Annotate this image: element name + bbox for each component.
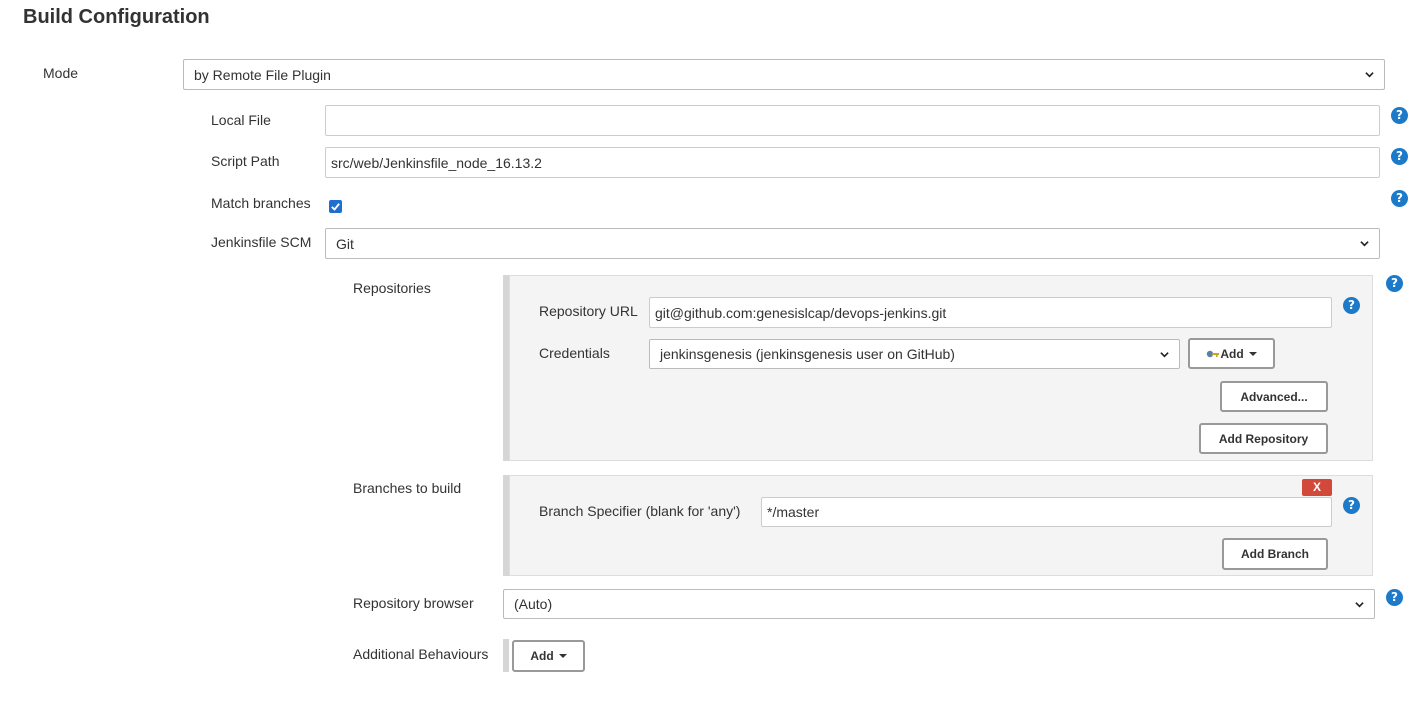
repository-browser-select[interactable]: (Auto) <box>503 589 1375 619</box>
repository-browser-value: (Auto) <box>514 596 553 612</box>
local-file-input[interactable] <box>325 105 1380 136</box>
credentials-label: Credentials <box>539 345 610 361</box>
credentials-value: jenkinsgenesis (jenkinsgenesis user on G… <box>660 346 955 362</box>
add-credentials-label: Add <box>1220 346 1244 361</box>
caret-down-icon <box>1248 351 1257 356</box>
branches-label: Branches to build <box>353 480 462 496</box>
jenkinsfile-scm-label: Jenkinsfile SCM <box>211 234 312 250</box>
help-icon[interactable]: ? <box>1386 589 1403 606</box>
script-path-input[interactable] <box>325 147 1380 178</box>
help-icon[interactable]: ? <box>1391 107 1408 124</box>
repository-url-label: Repository URL <box>539 303 638 319</box>
add-repository-button[interactable]: Add Repository <box>1199 423 1328 454</box>
jenkinsfile-scm-select[interactable]: Git <box>325 228 1380 259</box>
credentials-select[interactable]: jenkinsgenesis (jenkinsgenesis user on G… <box>649 339 1180 369</box>
branch-specifier-input[interactable] <box>761 497 1332 527</box>
caret-down-icon <box>558 654 567 658</box>
repository-url-input[interactable] <box>649 297 1332 328</box>
checkmark-icon <box>331 203 340 211</box>
help-icon[interactable]: ? <box>1343 297 1360 314</box>
help-icon[interactable]: ? <box>1391 148 1408 165</box>
match-branches-label: Match branches <box>211 195 311 211</box>
additional-behaviours-bar <box>503 639 509 672</box>
mode-label: Mode <box>43 65 79 81</box>
help-icon[interactable]: ? <box>1343 497 1360 514</box>
add-behaviour-label: Add <box>530 649 554 663</box>
additional-behaviours-label: Additional Behaviours <box>353 646 489 662</box>
chevron-down-icon <box>1160 351 1169 357</box>
branch-specifier-label: Branch Specifier (blank for 'any') <box>539 503 741 519</box>
jenkinsfile-scm-value: Git <box>336 235 354 252</box>
delete-branch-button[interactable]: X <box>1302 479 1332 496</box>
local-file-label: Local File <box>211 112 271 128</box>
chevron-down-icon <box>1365 72 1374 78</box>
mode-select-value: by Remote File Plugin <box>194 66 331 83</box>
help-icon[interactable]: ? <box>1391 190 1408 207</box>
advanced-button[interactable]: Advanced... <box>1220 381 1328 412</box>
mode-select[interactable]: by Remote File Plugin <box>183 59 1385 90</box>
key-icon <box>1207 350 1220 357</box>
script-path-label: Script Path <box>211 153 280 169</box>
add-branch-button[interactable]: Add Branch <box>1222 538 1328 570</box>
add-credentials-button[interactable]: Add <box>1188 338 1275 369</box>
chevron-down-icon <box>1355 601 1364 607</box>
repositories-label: Repositories <box>353 280 431 296</box>
match-branches-checkbox[interactable] <box>329 200 342 213</box>
chevron-down-icon <box>1360 241 1369 247</box>
help-icon[interactable]: ? <box>1386 275 1403 292</box>
repository-browser-label: Repository browser <box>353 595 474 611</box>
add-behaviour-button[interactable]: Add <box>512 640 585 672</box>
page-title: Build Configuration <box>23 6 210 28</box>
